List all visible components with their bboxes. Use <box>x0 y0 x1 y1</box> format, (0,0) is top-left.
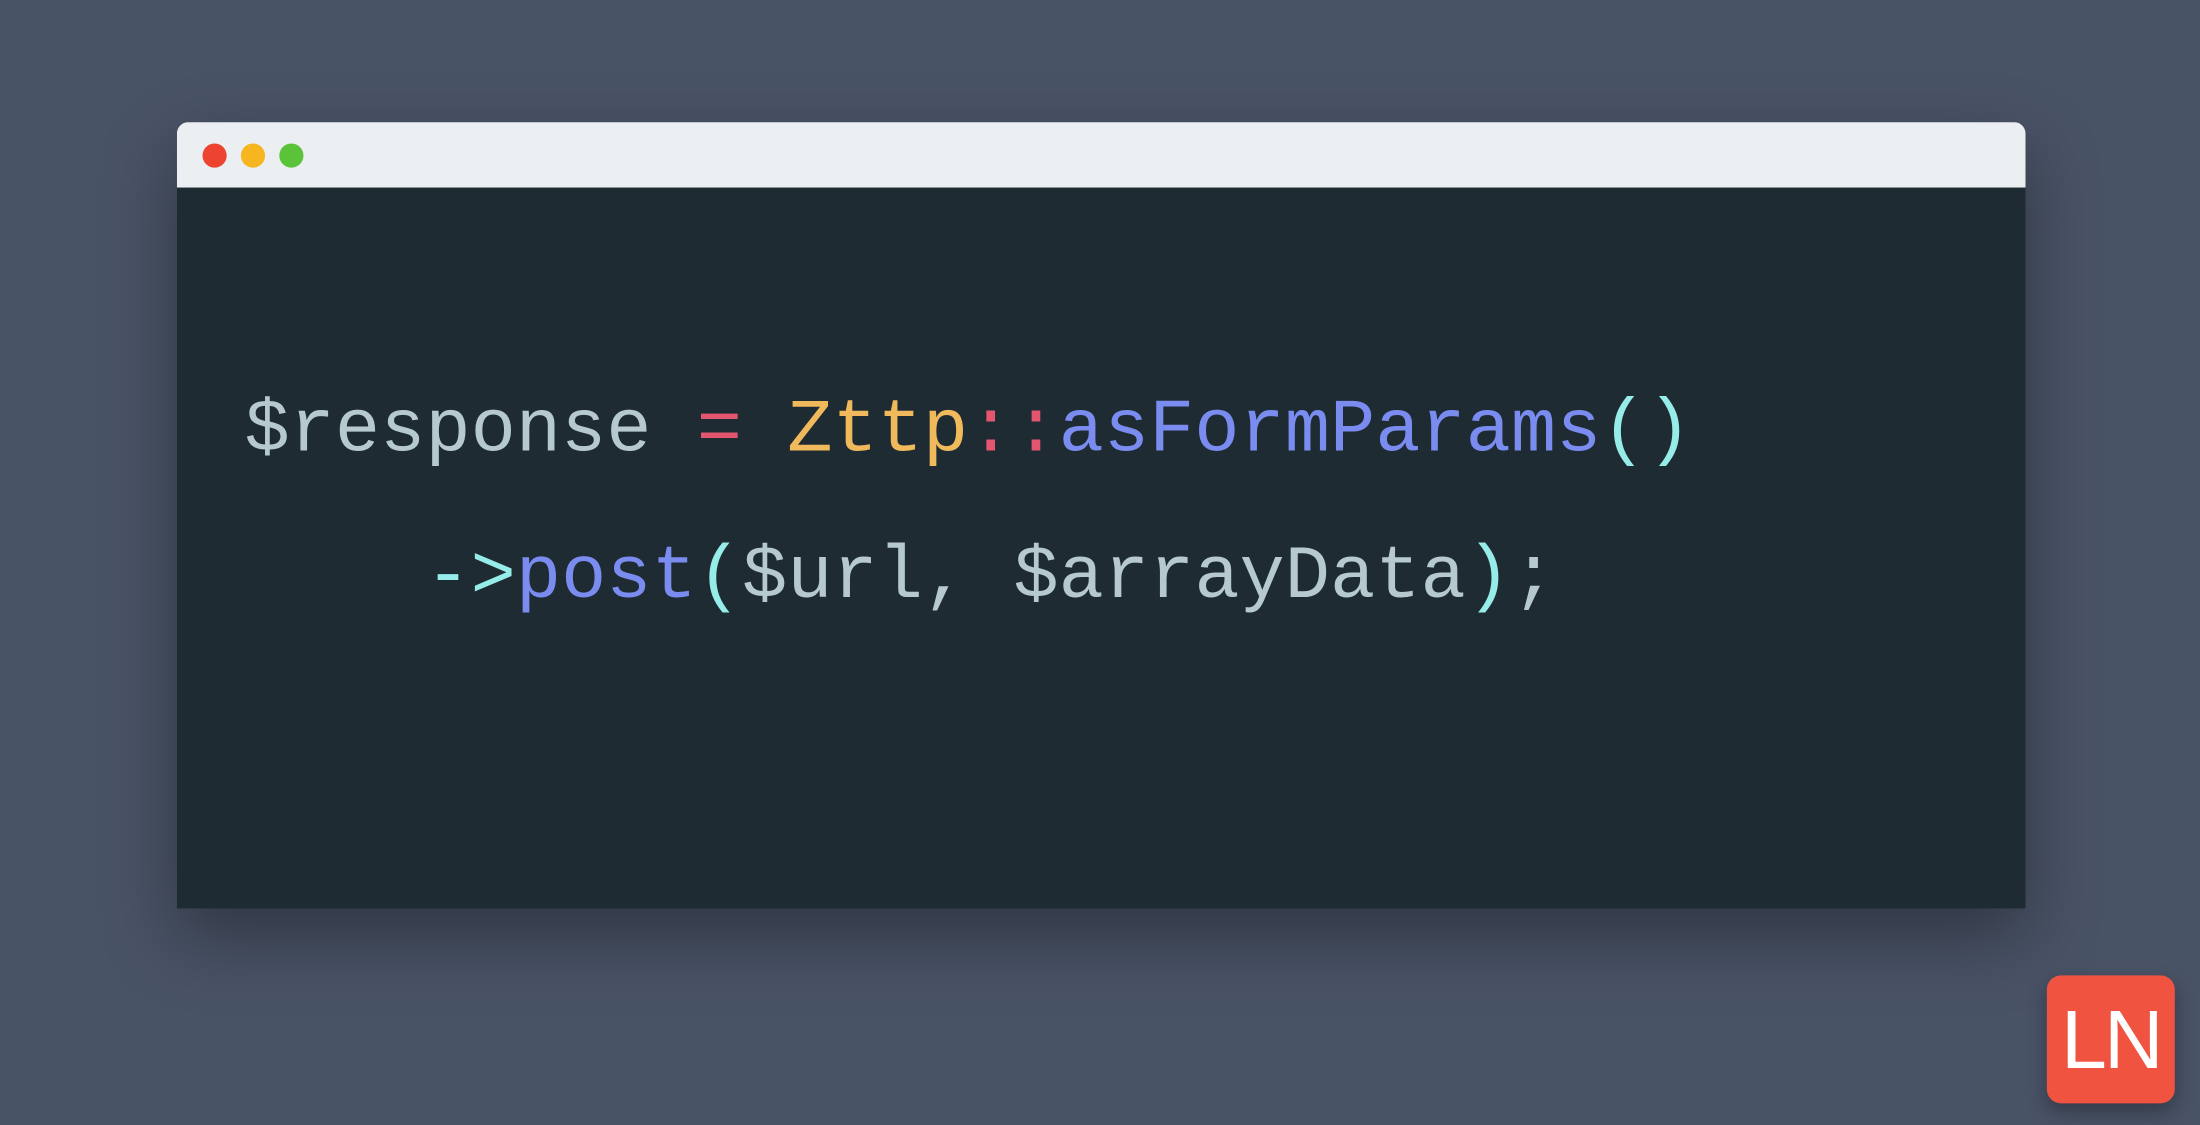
minimize-icon[interactable] <box>240 142 264 166</box>
window-titlebar <box>176 122 2025 187</box>
code-token-variable: $url <box>742 535 923 620</box>
code-token-arrow: -> <box>425 535 515 620</box>
code-token-operator: = <box>696 388 741 473</box>
zoom-icon[interactable] <box>278 142 302 166</box>
code-token-paren: ) <box>1465 535 1510 620</box>
code-token-semicolon: ; <box>1510 535 1555 620</box>
code-token-variable: $arrayData <box>1013 535 1465 620</box>
code-editor: $response = Zttp::asFormParams() ->post(… <box>176 187 2025 908</box>
code-token-paren: ( <box>1601 388 1646 473</box>
brand-logo: LN <box>2046 975 2174 1103</box>
code-token-class: Zttp <box>787 388 968 473</box>
canvas: $response = Zttp::asFormParams() ->post(… <box>0 5 2200 1120</box>
code-token-scope: :: <box>968 388 1058 473</box>
code-token-variable: $response <box>244 388 651 473</box>
code-token-function: asFormParams <box>1058 388 1601 473</box>
close-icon[interactable] <box>201 142 225 166</box>
code-token-function: post <box>515 535 696 620</box>
code-token-paren: ( <box>696 535 741 620</box>
code-token-paren: ) <box>1646 388 1691 473</box>
brand-logo-text: LN <box>2060 991 2160 1086</box>
code-window: $response = Zttp::asFormParams() ->post(… <box>176 122 2025 908</box>
code-whitespace <box>651 388 696 473</box>
code-whitespace <box>741 388 786 473</box>
code-token-comma: , <box>922 535 967 620</box>
code-indent <box>244 535 425 620</box>
code-whitespace <box>968 535 1013 620</box>
